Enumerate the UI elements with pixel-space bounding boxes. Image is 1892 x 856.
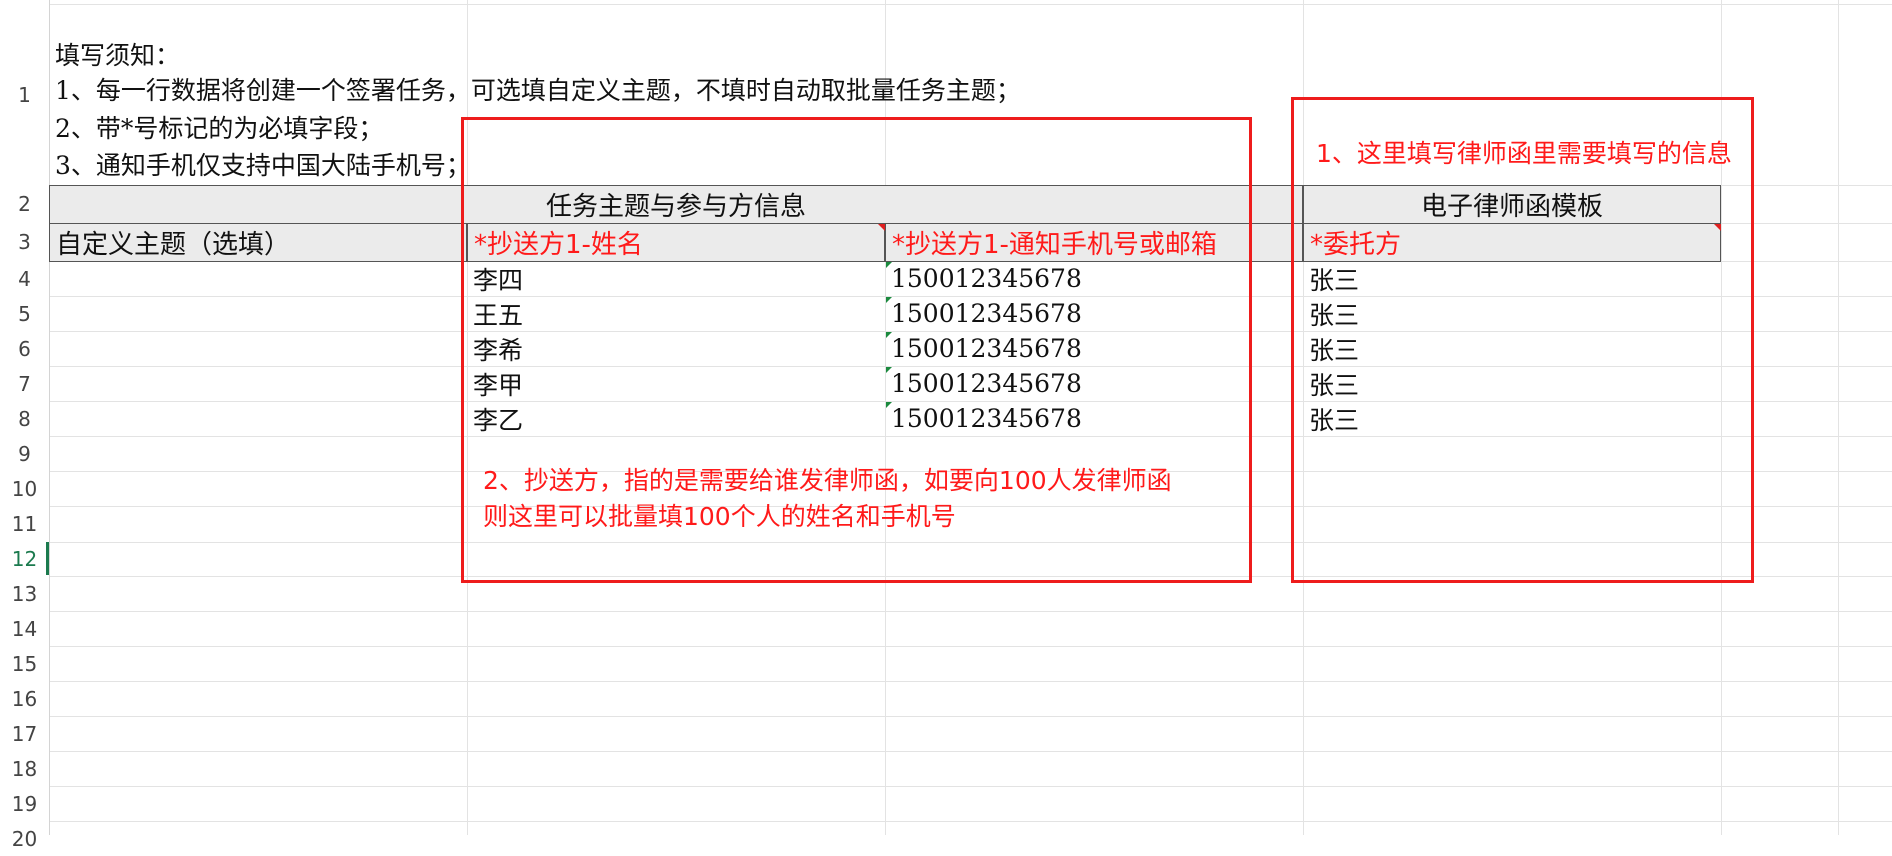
annotation-template-info: 1、这里填写律师函里需要填写的信息 — [1316, 139, 1732, 168]
column-header-custom-subject[interactable]: 自定义主题（选填） — [49, 223, 467, 262]
row-header[interactable]: 14 — [0, 611, 49, 646]
row-header[interactable]: 13 — [0, 576, 49, 611]
row-header[interactable]: 16 — [0, 681, 49, 716]
active-row-indicator — [46, 542, 49, 575]
instructions-line-3: 3、通知手机仅支持中国大陆手机号； — [55, 151, 471, 180]
row-header[interactable]: 20 — [0, 821, 49, 856]
row-header[interactable]: 10 — [0, 471, 49, 506]
row-header[interactable]: 9 — [0, 436, 49, 471]
row-header[interactable]: 7 — [0, 366, 49, 401]
instructions-line-1: 1、每一行数据将创建一个签署任务，可选填自定义主题，不填时自动取批量任务主题； — [55, 76, 1021, 105]
instructions-line-2: 2、带*号标记的为必填字段； — [55, 114, 384, 143]
row-header[interactable]: 15 — [0, 646, 49, 681]
row-header[interactable]: 6 — [0, 331, 49, 366]
row-header-active[interactable]: 12 — [0, 542, 49, 576]
row-header[interactable]: 2 — [0, 185, 49, 223]
row-header[interactable]: 5 — [0, 296, 49, 331]
annotation-cc-line-2: 则这里可以批量填100个人的姓名和手机号 — [483, 502, 956, 531]
row-header[interactable]: 18 — [0, 751, 49, 786]
row-header[interactable]: 3 — [0, 223, 49, 261]
row-header[interactable]: 11 — [0, 506, 49, 542]
spreadsheet[interactable]: 1 2 3 4 5 6 7 8 9 10 11 12 13 14 15 16 1… — [0, 0, 1892, 851]
row-header[interactable]: 1 — [0, 4, 49, 185]
row-header[interactable]: 19 — [0, 786, 49, 821]
annotation-cc-line-1: 2、抄送方，指的是需要给谁发律师函，如要向100人发律师函 — [483, 466, 1172, 495]
row-header[interactable]: 17 — [0, 716, 49, 751]
instructions-title: 填写须知： — [55, 41, 181, 70]
row-header[interactable]: 4 — [0, 261, 49, 296]
row-header[interactable]: 8 — [0, 401, 49, 436]
